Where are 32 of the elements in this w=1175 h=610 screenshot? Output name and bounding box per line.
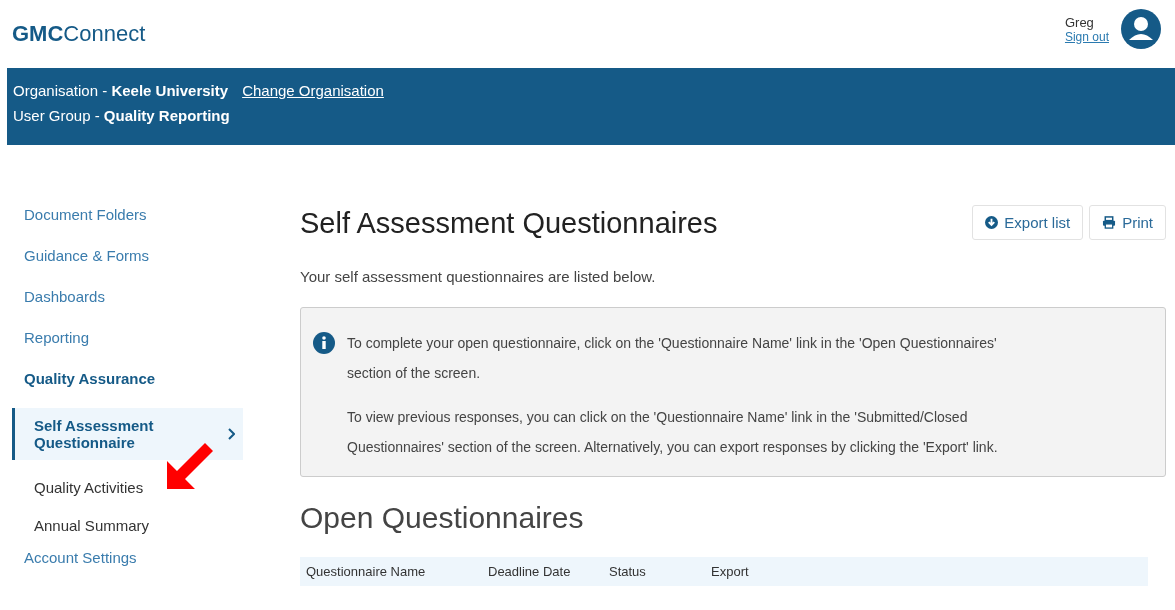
column-header: Questionnaire Name [306, 564, 427, 579]
print-button[interactable]: Print [1089, 205, 1166, 240]
page-title: Self Assessment Questionnaires [300, 207, 718, 240]
info-icon [313, 332, 335, 354]
info-text: To view previous responses, you can click on the 'Questionnaire Name' link in the 'Submitted/Closed Questionnaires' section of the screen. Alternatively, you can export responses by clicking the 'Export' link. [347, 408, 999, 457]
section-title: Open Questionnaires [300, 501, 585, 535]
intro-text: Your self assessment questionnaires are listed below. [300, 268, 657, 285]
sidebar-subitem[interactable]: Quality Activities [12, 470, 243, 505]
change-organisation-link[interactable]: Change Organisation [242, 82, 384, 99]
sidebar-item[interactable]: Guidance & Forms [24, 244, 150, 267]
sign-out-link[interactable]: Sign out [1064, 29, 1109, 44]
export-button[interactable]: Export list [972, 205, 1084, 240]
organisation-text: Organisation - Keele University [13, 82, 229, 99]
download-icon [985, 216, 999, 229]
logo[interactable]: GMCConnect [12, 21, 146, 47]
column-header: Status [609, 564, 647, 579]
user-group-text: User Group - Quality Reporting [13, 107, 230, 124]
sidebar-item[interactable]: Quality Assurance [24, 367, 156, 390]
sidebar-item[interactable]: Document Folders [24, 203, 147, 226]
user-name: Greg [1064, 14, 1095, 30]
sidebar-item[interactable]: Account Settings [24, 546, 137, 569]
printer-icon [1102, 216, 1117, 229]
avatar-icon[interactable] [1121, 9, 1161, 49]
arrow-drawing [165, 441, 215, 491]
sidebar-item[interactable]: Dashboards [24, 285, 105, 308]
sidebar-item[interactable]: Reporting [24, 326, 90, 349]
column-header: Export [711, 564, 749, 579]
info-text: To complete your open questionnaire, click on the 'Questionnaire Name' link in the 'Open Questionnaires' section of the screen. [347, 334, 998, 383]
sidebar-subitem[interactable]: Annual Summary [12, 508, 243, 543]
chevron-right-icon [227, 428, 235, 440]
sidebar-subitem[interactable]: Self Assessment Questionnaire [12, 408, 243, 460]
column-header: Deadline Date [488, 564, 572, 579]
